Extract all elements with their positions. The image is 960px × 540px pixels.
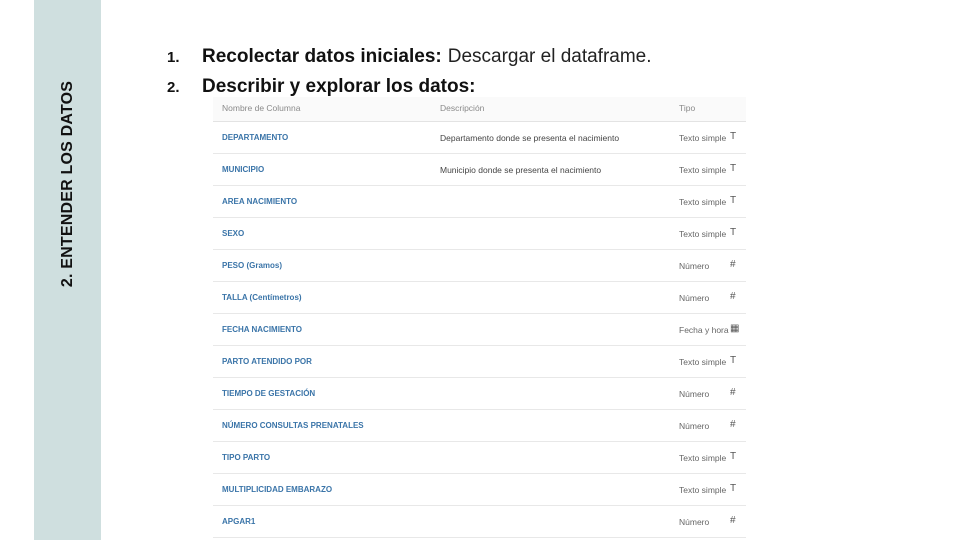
table-row: NÚMERO CONSULTAS PRENATALES Número # — [213, 410, 746, 442]
steps-list: 1. Recolectar datos iniciales: Descargar… — [167, 42, 652, 102]
column-name[interactable]: MUNICIPIO — [222, 165, 264, 174]
text-type-icon: T — [730, 163, 737, 174]
column-name[interactable]: SEXO — [222, 229, 244, 238]
table-row: MULTIPLICIDAD EMBARAZO Texto simple T — [213, 474, 746, 506]
table-row: PARTO ATENDIDO POR Texto simple T — [213, 346, 746, 378]
number-type-icon: # — [730, 387, 736, 398]
column-name[interactable]: FECHA NACIMIENTO — [222, 325, 302, 334]
header-type: Tipo — [679, 103, 696, 113]
text-type-icon: T — [730, 195, 737, 206]
table-row: TIPO PARTO Texto simple T — [213, 442, 746, 474]
text-type-icon: T — [730, 355, 737, 366]
column-description: Departamento donde se presenta el nacimi… — [440, 133, 620, 143]
step-heading: Recolectar datos iniciales: — [202, 46, 442, 67]
column-type: Número — [679, 517, 710, 527]
text-type-icon: T — [730, 131, 737, 142]
table-row: SEXO Texto simple T — [213, 218, 746, 250]
column-name[interactable]: TALLA (Centímetros) — [222, 293, 302, 302]
table-row: TIEMPO DE GESTACIÓN Número # — [213, 378, 746, 410]
section-title: 2. ENTENDER LOS DATOS — [59, 80, 76, 288]
column-type: Texto simple — [679, 453, 727, 463]
step-1: 1. Recolectar datos iniciales: Descargar… — [167, 42, 652, 72]
column-type: Texto simple — [679, 197, 727, 207]
column-name[interactable]: DEPARTAMENTO — [222, 133, 288, 142]
header-description: Descripción — [440, 103, 485, 113]
header-name: Nombre de Columna — [222, 103, 301, 113]
text-type-icon: T — [730, 227, 737, 238]
step-number: 1. — [167, 48, 180, 66]
table-row: DEPARTAMENTO Departamento donde se presen… — [213, 122, 746, 154]
column-type: Número — [679, 421, 710, 431]
step-heading: Describir y explorar los datos: — [202, 76, 476, 97]
table-row: AREA NACIMIENTO Texto simple T — [213, 186, 746, 218]
column-type: Fecha y hora — [679, 325, 729, 335]
step-text: Descargar el dataframe. — [447, 46, 652, 67]
column-type: Texto simple — [679, 165, 727, 175]
column-type: Número — [679, 293, 710, 303]
number-type-icon: # — [730, 259, 736, 270]
column-type: Número — [679, 389, 710, 399]
number-type-icon: # — [730, 419, 736, 430]
column-name[interactable]: APGAR1 — [222, 517, 255, 526]
column-name[interactable]: TIPO PARTO — [222, 453, 270, 462]
step-number: 2. — [167, 78, 180, 96]
column-name[interactable]: NÚMERO CONSULTAS PRENATALES — [222, 421, 364, 430]
column-name[interactable]: PESO (Gramos) — [222, 261, 282, 270]
text-type-icon: T — [730, 451, 737, 462]
column-type: Texto simple — [679, 229, 727, 239]
column-type: Texto simple — [679, 485, 727, 495]
column-name[interactable]: AREA NACIMIENTO — [222, 197, 297, 206]
table-row: PESO (Gramos) Número # — [213, 250, 746, 282]
columns-table: Nombre de Columna Descripción Tipo DEPAR… — [213, 97, 746, 540]
column-name[interactable]: PARTO ATENDIDO POR — [222, 357, 312, 366]
table-header: Nombre de Columna Descripción Tipo — [213, 97, 746, 122]
table-row: FECHA NACIMIENTO Fecha y hora ▦ — [213, 314, 746, 346]
column-description: Municipio donde se presenta el nacimient… — [440, 165, 602, 175]
column-name[interactable]: TIEMPO DE GESTACIÓN — [222, 389, 315, 398]
number-type-icon: # — [730, 291, 736, 302]
column-type: Número — [679, 261, 710, 271]
text-type-icon: T — [730, 483, 737, 494]
number-type-icon: # — [730, 515, 736, 526]
column-type: Texto simple — [679, 133, 727, 143]
table-row: MUNICIPIO Municipio donde se presenta el … — [213, 154, 746, 186]
column-name[interactable]: MULTIPLICIDAD EMBARAZO — [222, 485, 332, 494]
column-type: Texto simple — [679, 357, 727, 367]
table-row: TALLA (Centímetros) Número # — [213, 282, 746, 314]
calendar-icon: ▦ — [730, 323, 740, 334]
table-row: APGAR1 Número # — [213, 506, 746, 538]
